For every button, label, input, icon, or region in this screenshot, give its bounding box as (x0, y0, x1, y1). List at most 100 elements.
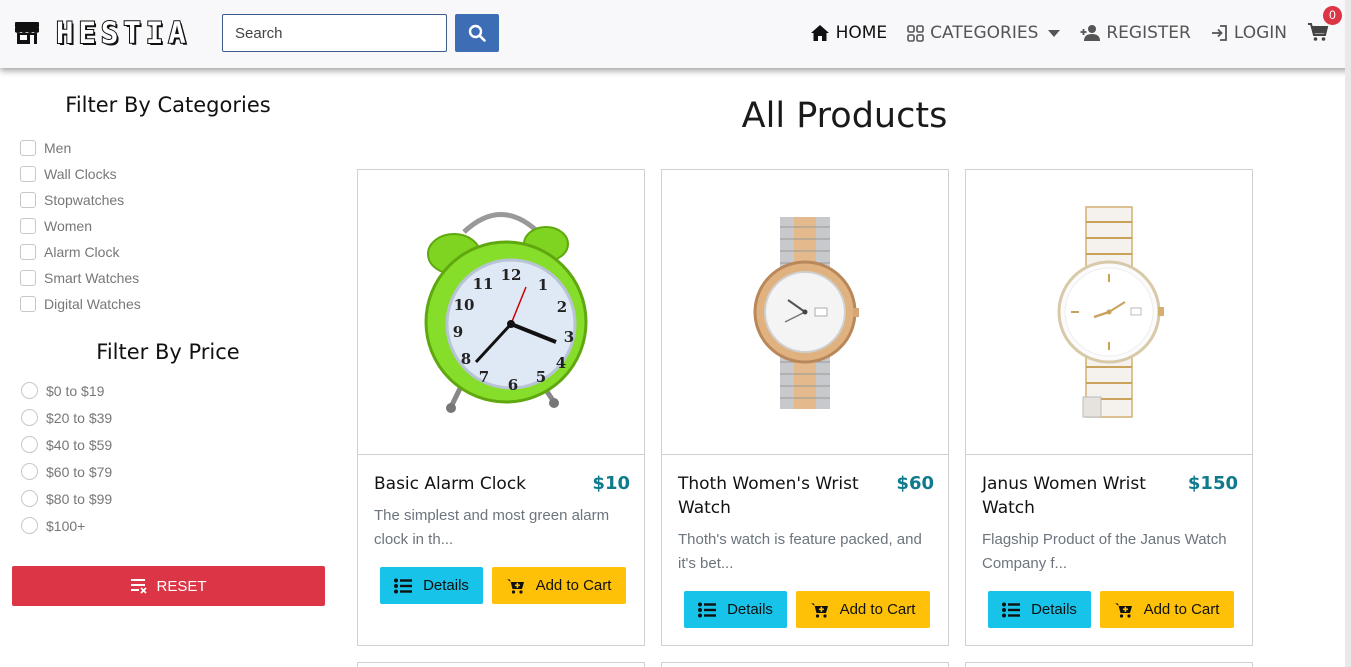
details-button[interactable]: Details (684, 591, 787, 628)
nav-home[interactable]: HOME (810, 20, 888, 46)
svg-text:4: 4 (556, 354, 566, 372)
category-label: Men (44, 140, 72, 156)
product-image-thoth-watch[interactable] (662, 170, 948, 455)
clear-filter-icon (131, 579, 148, 594)
category-option-men[interactable]: Men (20, 135, 141, 161)
svg-text:8: 8 (461, 350, 471, 368)
radio-button[interactable] (21, 490, 38, 507)
checkbox[interactable] (20, 192, 36, 208)
cart-button[interactable]: 0 (1307, 6, 1342, 45)
login-icon (1211, 25, 1227, 41)
search-button[interactable] (455, 14, 499, 52)
category-option-alarm-clock[interactable]: Alarm Clock (20, 239, 141, 265)
product-card-partial (661, 662, 949, 667)
price-option-20-39[interactable]: $20 to $39 (21, 404, 112, 431)
wrist-watch-image (753, 217, 859, 409)
add-to-cart-button[interactable]: Add to Cart (796, 591, 930, 628)
reset-button[interactable]: RESET (12, 566, 325, 606)
page-title: All Products (741, 96, 948, 136)
checkbox[interactable] (20, 270, 36, 286)
price-label: $100+ (46, 517, 86, 534)
chevron-down-icon (1048, 29, 1061, 37)
checkbox[interactable] (20, 140, 36, 156)
category-label: Smart Watches (44, 270, 140, 286)
category-option-digital-watches[interactable]: Digital Watches (20, 291, 141, 317)
nav-login[interactable]: LOGIN (1211, 20, 1287, 46)
product-name[interactable]: Janus Women Wrist Watch (982, 472, 1187, 520)
details-label: Details (423, 577, 469, 594)
list-icon (394, 578, 413, 593)
checkbox[interactable] (20, 244, 36, 260)
add-user-icon (1080, 25, 1101, 41)
checkbox[interactable] (20, 218, 36, 234)
price-filter-list: $0 to $19 $20 to $39 $40 to $59 $60 to $… (21, 377, 112, 539)
category-option-women[interactable]: Women (20, 213, 141, 239)
svg-text:6: 6 (508, 376, 518, 394)
svg-text:5: 5 (536, 368, 546, 386)
product-name[interactable]: Thoth Women's Wrist Watch (678, 472, 883, 520)
product-card: 12 1 2 3 45 6 78 9 10 11 Basic Alarm Clock $10… (357, 169, 645, 646)
brand[interactable]: HESTIA (14, 17, 191, 49)
product-card: Thoth Women's Wrist Watch $60 Thoth's wa… (661, 169, 949, 646)
price-option-100-plus[interactable]: $100+ (21, 512, 112, 539)
product-description: Thoth's watch is feature packed, and it'… (678, 531, 922, 572)
search-icon (468, 24, 486, 42)
product-price: $60 (896, 473, 934, 494)
add-to-cart-label: Add to Cart (535, 577, 612, 594)
price-label: $0 to $19 (46, 382, 105, 399)
radio-button[interactable] (21, 409, 38, 426)
details-label: Details (727, 601, 773, 618)
store-icon (15, 22, 39, 44)
add-to-cart-button[interactable]: Add to Cart (1100, 591, 1234, 628)
nav-categories[interactable]: CATEGORIES (907, 20, 1061, 46)
category-label: Alarm Clock (44, 244, 120, 260)
details-button[interactable]: Details (988, 591, 1091, 628)
category-label: Digital Watches (44, 296, 141, 312)
details-button[interactable]: Details (380, 567, 483, 604)
svg-text:3: 3 (564, 328, 574, 346)
category-option-wall-clocks[interactable]: Wall Clocks (20, 161, 141, 187)
price-label: $60 to $79 (46, 463, 113, 480)
price-label: $40 to $59 (46, 436, 113, 453)
reset-label: RESET (156, 577, 207, 595)
checkbox[interactable] (20, 166, 36, 182)
category-option-stopwatches[interactable]: Stopwatches (20, 187, 141, 213)
add-to-cart-label: Add to Cart (839, 601, 916, 618)
alarm-clock-image: 12 12 3 45 6 78 9 10 11 (424, 212, 588, 413)
category-option-smart-watches[interactable]: Smart Watches (20, 265, 141, 291)
add-to-cart-button[interactable]: Add to Cart (492, 567, 626, 604)
radio-button[interactable] (21, 517, 38, 534)
cart-plus-icon (810, 603, 828, 618)
list-icon (698, 602, 717, 617)
price-option-40-59[interactable]: $40 to $59 (21, 431, 112, 458)
price-option-80-99[interactable]: $80 to $99 (21, 485, 112, 512)
product-image-janus-watch[interactable] (966, 170, 1252, 455)
checkbox[interactable] (20, 296, 36, 312)
product-description: The simplest and most green alarm clock … (374, 507, 610, 548)
product-price: $10 (592, 473, 630, 494)
cart-count-badge: 0 (1323, 6, 1342, 25)
product-card-partial (357, 662, 645, 667)
nav-register[interactable]: REGISTER (1080, 20, 1191, 46)
radio-button[interactable] (21, 436, 38, 453)
grid-icon (907, 24, 924, 42)
navbar: HESTIA HOME CATEGORIES (0, 0, 1351, 68)
category-label: Wall Clocks (44, 166, 117, 182)
svg-text:9: 9 (453, 323, 463, 341)
price-option-0-19[interactable]: $0 to $19 (21, 377, 112, 404)
nav-links: HOME CATEGORIES REGISTER LOGIN 0 (790, 6, 1342, 46)
product-name[interactable]: Basic Alarm Clock (374, 472, 579, 496)
radio-button[interactable] (21, 382, 38, 399)
wrist-watch-image (1057, 206, 1164, 418)
search-input[interactable] (222, 14, 447, 52)
product-image-alarm-clock[interactable]: 12 1 2 3 45 6 78 9 10 11 (358, 170, 644, 455)
cart-plus-icon (1114, 603, 1132, 618)
nav-home-label: HOME (835, 23, 888, 43)
list-icon (1002, 602, 1021, 617)
price-option-60-79[interactable]: $60 to $79 (21, 458, 112, 485)
radio-button[interactable] (21, 463, 38, 480)
scrollbar[interactable] (1345, 0, 1351, 667)
price-filter-title: Filter By Price (96, 340, 240, 364)
category-filter-list: Men Wall Clocks Stopwatches Women Alarm … (20, 135, 141, 317)
nav-categories-label: CATEGORIES (930, 23, 1039, 43)
